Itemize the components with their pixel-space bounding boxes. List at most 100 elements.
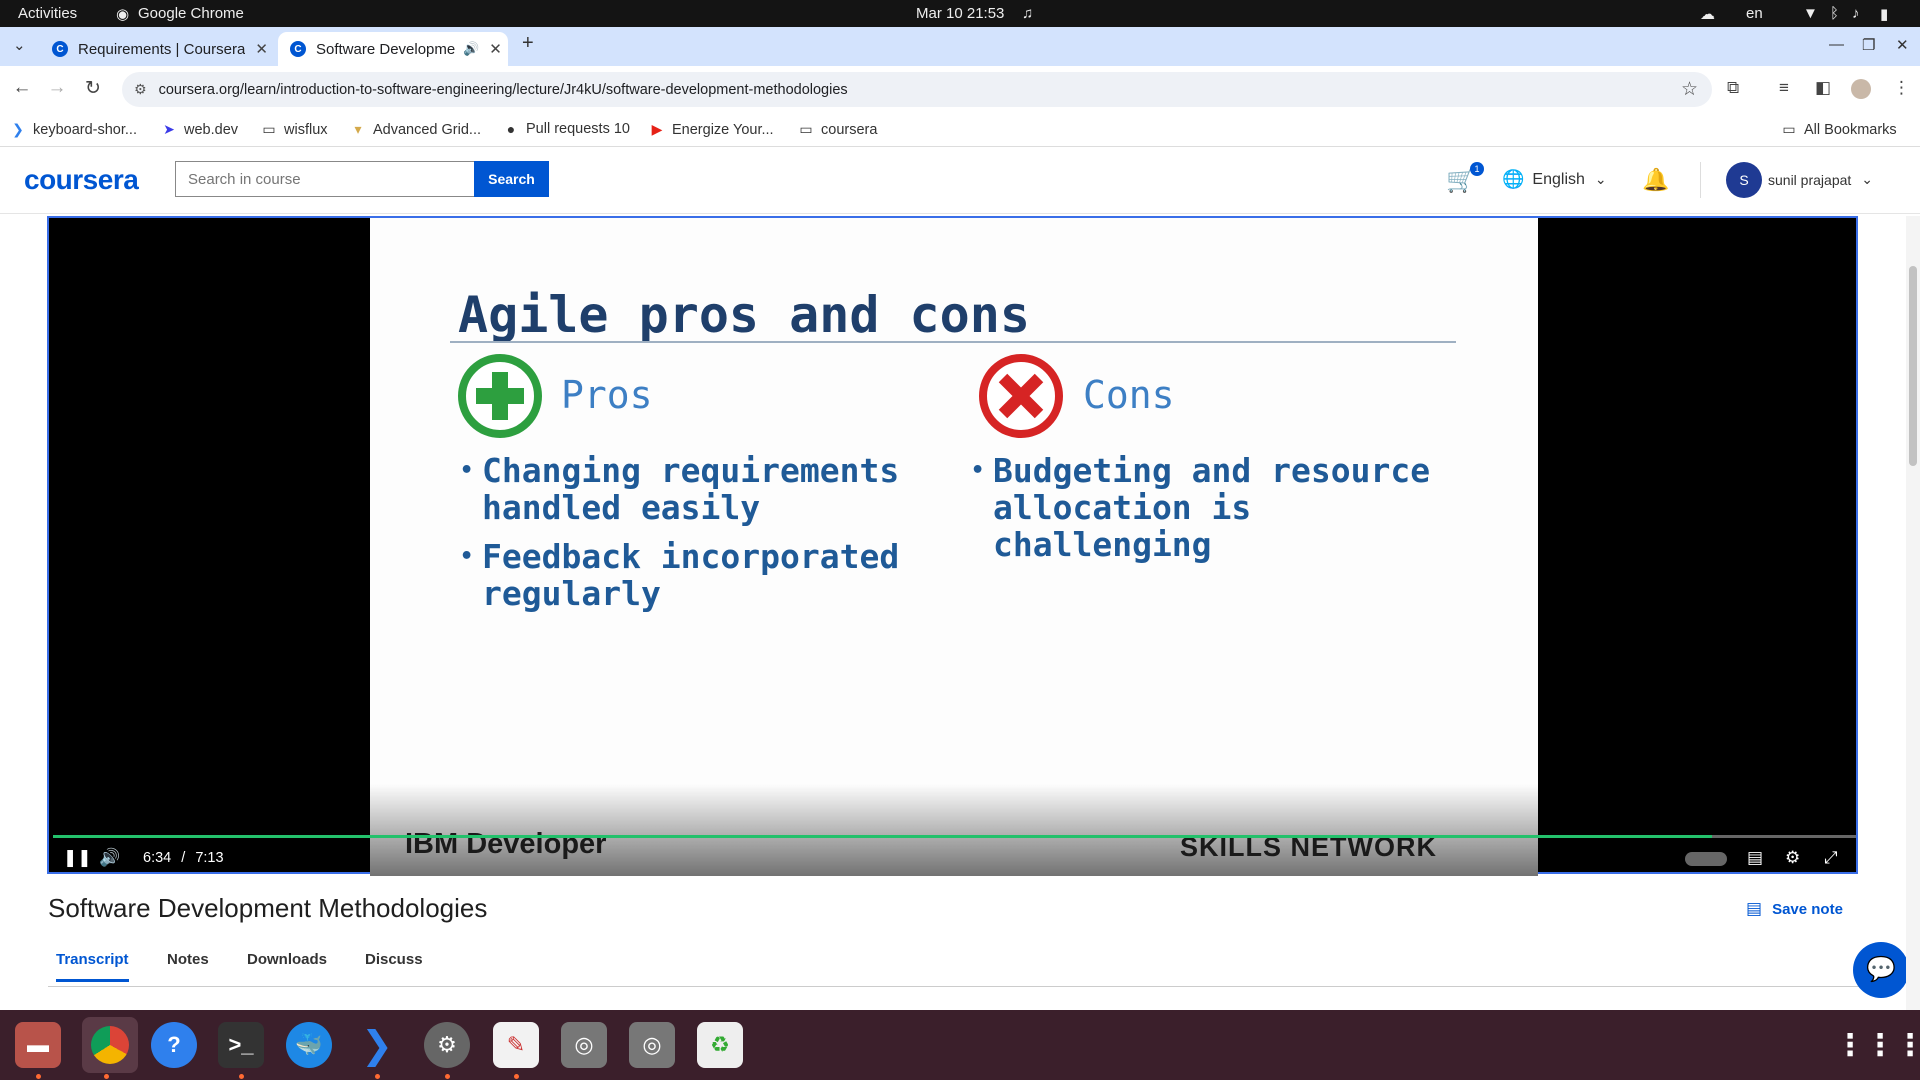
tab-software-development[interactable]: C Software Developme 🔊 ✕ [278,32,508,66]
grid-icon: ▾ [354,121,362,137]
browser-tab-strip: ⌄ C Requirements | Coursera ✕ C Software… [0,27,1920,66]
pros-bullet-1: • Changing requirements handled easily [460,451,900,527]
video-player[interactable]: Agile pros and cons Pros • Changing requ… [47,216,1858,876]
page-scrollbar[interactable] [1906,216,1920,1010]
forward-icon[interactable]: → [45,77,69,99]
slide-divider [450,341,1456,343]
keyboard-language[interactable]: en [1746,5,1763,22]
system-top-bar: Activities ◉ Google Chrome Mar 10 21:53 … [0,0,1920,27]
language-label: English [1532,170,1585,188]
restore-icon[interactable]: ❐ [1862,36,1875,54]
bookmark-keyboard-shortcuts[interactable]: ❯ keyboard-shor... [10,121,137,138]
trash-icon[interactable]: ♻ [697,1022,743,1068]
search-input[interactable] [175,161,475,197]
video-progress-bar[interactable] [53,835,1856,838]
header-divider [1700,162,1701,198]
tab-discuss[interactable]: Discuss [365,951,423,979]
coursera-favicon-icon: C [290,41,306,57]
scroll-thumb[interactable] [1909,266,1917,466]
youtube-icon: ▶ [651,121,663,137]
url-text[interactable]: coursera.org/learn/introduction-to-softw… [159,82,848,98]
back-icon[interactable]: ← [10,77,34,99]
video-frame-slide: Agile pros and cons Pros • Changing requ… [370,218,1538,876]
coursera-logo[interactable]: coursera [24,164,139,196]
chat-icon[interactable]: 💬 [1853,942,1909,998]
wifi-icon: ▼ [1803,5,1818,22]
chrome-app-icon: ◉ [116,6,130,23]
close-window-icon[interactable]: ✕ [1896,36,1909,54]
extensions-icon[interactable]: ⧉ [1727,78,1739,98]
chevron-down-icon: ⌄ [1861,171,1874,187]
bookmark-star-icon[interactable]: ☆ [1681,78,1698,101]
cons-bullet-1: • Budgeting and resource allocation is c… [971,451,1431,564]
settings-gear-icon[interactable]: ⚙ [1785,848,1800,868]
site-info-icon[interactable]: ⚙ [134,81,147,98]
lecture-title: Software Development Methodologies [48,893,488,923]
vscode-dock-icon[interactable]: ❯ [354,1022,400,1068]
globe-icon: 🌐 [1502,169,1525,189]
files-icon[interactable]: ▬ [15,1022,61,1068]
bookmark-energize[interactable]: ▶ Energize Your... [649,121,774,138]
save-note-button[interactable]: ▤ Save note [1746,899,1843,919]
docker-tray-icon[interactable]: ☁ [1700,5,1715,23]
profile-avatar-icon[interactable] [1851,79,1871,99]
bookmarks-bar: ❯ keyboard-shor... ➤ web.dev ▭ wisflux ▾… [0,113,1920,147]
pause-icon[interactable]: ❚❚ [63,848,92,868]
all-bookmarks[interactable]: ▭ All Bookmarks [1781,121,1896,138]
reload-icon[interactable]: ↻ [81,77,105,100]
volume-icon: ♪ [1852,5,1860,22]
close-tab-icon[interactable]: ✕ [489,40,502,58]
github-icon: ● [506,121,516,137]
video-progress-fill [53,835,1712,838]
language-selector[interactable]: 🌐 English ⌄ [1502,169,1607,190]
disk-icon[interactable]: ◎ [629,1022,675,1068]
address-bar[interactable]: ⚙ coursera.org/learn/introduction-to-sof… [122,72,1712,107]
settings-dock-icon[interactable]: ⚙ [424,1022,470,1068]
docker-icon[interactable]: 🐳 [286,1022,332,1068]
clock[interactable]: Mar 10 21:53 [916,5,1004,22]
audio-playing-icon[interactable]: 🔊 [463,41,479,57]
bookmark-web-dev[interactable]: ➤ web.dev [161,121,238,138]
tab-downloads[interactable]: Downloads [247,951,327,979]
bookmark-wisflux[interactable]: ▭ wisflux [261,121,327,138]
cons-heading: Cons [1083,373,1175,417]
tab-requirements[interactable]: C Requirements | Coursera ✕ [40,32,270,66]
disk-icon[interactable]: ◎ [561,1022,607,1068]
help-icon[interactable]: ? [151,1022,197,1068]
bookmark-coursera[interactable]: ▭ coursera [798,121,877,138]
activities-button[interactable]: Activities [18,5,77,22]
lecture-tabs: Transcript Notes Downloads Discuss [48,945,1860,987]
terminal-icon[interactable]: >_ [218,1022,264,1068]
subtitles-icon[interactable]: ▤ [1747,848,1763,868]
close-tab-icon[interactable]: ✕ [255,40,268,58]
browser-toolbar: ← → ↻ ⚙ coursera.org/learn/introduction-… [0,66,1920,113]
notifications-bell-icon[interactable]: 🔔 [1642,167,1669,193]
fullscreen-icon[interactable]: ⤢ [1824,848,1838,868]
chrome-menu-icon[interactable]: ⋮ [1893,78,1910,98]
note-icon: ▤ [1746,899,1763,918]
app-grid-icon[interactable]: ⋮⋮⋮ [1835,1022,1920,1068]
minimize-icon[interactable]: — [1829,36,1844,53]
media-controls-icon[interactable]: ≡ [1779,78,1789,98]
bookmark-pull-requests[interactable]: ● Pull requests 10 [503,121,630,137]
user-avatar[interactable]: S [1726,162,1762,198]
user-menu[interactable]: sunil prajapat ⌄ [1768,171,1873,188]
bookmark-advanced-grid[interactable]: ▾ Advanced Grid... [350,121,481,138]
video-time: 6:34 / 7:13 [143,850,224,866]
search-button[interactable]: Search [474,161,549,197]
tab-search-chevron-icon[interactable]: ⌄ [13,36,26,54]
chevron-down-icon: ⌄ [1594,171,1607,187]
chrome-dock-icon[interactable] [82,1017,138,1073]
volume-icon[interactable]: 🔊 [99,848,120,868]
side-panel-icon[interactable]: ◧ [1815,78,1831,98]
folder-icon: ▭ [799,121,813,137]
app-menu-label[interactable]: Google Chrome [138,5,244,22]
coursera-header: coursera Search 🛒 1 🌐 English ⌄ 🔔 S suni… [0,148,1920,214]
tab-transcript[interactable]: Transcript [56,951,129,982]
slide-title: Agile pros and cons [458,286,1030,344]
tab-notes[interactable]: Notes [167,951,209,979]
new-tab-icon[interactable]: + [522,32,534,55]
text-editor-icon[interactable]: ✎ [493,1022,539,1068]
pros-heading: Pros [561,373,653,417]
autoplay-toggle[interactable] [1685,852,1727,866]
